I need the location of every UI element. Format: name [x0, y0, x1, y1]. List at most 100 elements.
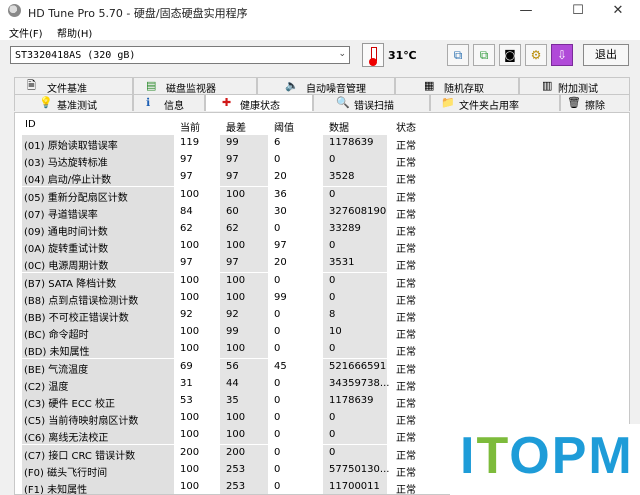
- column-header-id[interactable]: ID: [25, 119, 36, 130]
- worst-value: 100: [226, 412, 246, 424]
- attribute-name: (BD) 未知属性: [22, 341, 174, 359]
- status-value: 正常: [396, 209, 416, 221]
- menu-help[interactable]: 帮助(H): [57, 25, 92, 40]
- menu-file[interactable]: 文件(F): [9, 25, 43, 40]
- column-header-worst[interactable]: 最差: [226, 119, 246, 134]
- maximize-button[interactable]: ☐: [556, 0, 600, 22]
- attribute-name: (0C) 电源周期计数: [22, 255, 174, 273]
- raw-data-value: 3531: [329, 257, 355, 269]
- worst-value: 97: [226, 171, 239, 183]
- threshold-value: 0: [274, 309, 281, 320]
- tab-extra-tests[interactable]: ▥ 附加测试: [519, 77, 630, 95]
- tab-error-scan[interactable]: 🔍 错误扫描: [313, 94, 430, 112]
- threshold-value: 99: [274, 291, 287, 303]
- status-value: 正常: [396, 313, 416, 324]
- worst-value: 100: [226, 274, 246, 286]
- current-value: 92: [180, 309, 193, 320]
- attribute-name: (BC) 命令超时: [22, 324, 174, 342]
- attribute-name: (04) 启动/停止计数: [22, 169, 174, 187]
- current-value: 84: [180, 205, 193, 217]
- raw-data-value: 0: [329, 154, 336, 166]
- column-header-threshold[interactable]: 阈值: [274, 119, 294, 134]
- attribute-name: (03) 马达旋转标准: [22, 152, 174, 170]
- attribute-name: (C5) 当前待映射扇区计数: [22, 410, 174, 428]
- worst-value: 56: [226, 360, 239, 372]
- raw-data-value: 33289: [329, 223, 361, 234]
- minimize-button[interactable]: —: [504, 0, 548, 22]
- table-row[interactable]: (C3) 硬件 ECC 校正 53 35 0 1178639 正常: [21, 393, 437, 410]
- worst-value: 60: [226, 205, 239, 217]
- table-row[interactable]: (C2) 温度 31 44 0 34359738... 正常: [21, 375, 437, 393]
- toolbar: ST3320418AS (320 gB) ⌄ 31℃ ⧉ ⧉ ◙ ⚙ ⇩ 退出: [0, 40, 640, 72]
- threshold-value: 20: [274, 257, 287, 269]
- tab-health[interactable]: ✚ 健康状态: [205, 94, 313, 112]
- table-row[interactable]: (F0) 磁头飞行时间 100 253 0 57750130... 正常: [21, 461, 437, 479]
- status-value: 正常: [396, 244, 416, 256]
- raw-data-value: 0: [329, 446, 336, 458]
- worst-value: 62: [226, 223, 239, 234]
- table-row[interactable]: (BE) 气流温度 69 56 45 521666591 正常: [21, 358, 437, 376]
- tab-benchmark[interactable]: 💡 基准测试: [14, 94, 133, 112]
- table-row[interactable]: (BD) 未知属性 100 100 0 0 正常: [21, 341, 437, 359]
- raw-data-value: 0: [329, 429, 336, 441]
- table-row[interactable]: (0A) 旋转重试计数 100 100 97 0 正常: [21, 238, 437, 256]
- raw-data-value: 0: [329, 240, 336, 252]
- table-row[interactable]: (BC) 命令超时 100 99 0 10 正常: [21, 324, 437, 342]
- status-value: 正常: [396, 433, 416, 445]
- health-cross-icon: ✚: [222, 96, 232, 109]
- worst-value: 44: [226, 377, 239, 389]
- current-value: 53: [180, 395, 193, 406]
- worst-value: 92: [226, 309, 239, 320]
- table-row[interactable]: (04) 启动/停止计数 97 97 20 3528 正常: [21, 169, 437, 187]
- download-icon[interactable]: ⇩: [551, 44, 573, 66]
- close-button[interactable]: ✕: [596, 0, 640, 22]
- attribute-name: (C3) 硬件 ECC 校正: [22, 393, 174, 410]
- exit-button[interactable]: 退出: [583, 44, 629, 66]
- tab-noise-management[interactable]: 🔈 自动噪音管理: [257, 77, 395, 95]
- table-row[interactable]: (F1) 未知属性 100 253 0 11700011 正常: [21, 479, 437, 494]
- drive-select[interactable]: ST3320418AS (320 gB) ⌄: [10, 46, 350, 64]
- watermark-text: ITOPM: [460, 427, 634, 485]
- table-row[interactable]: (07) 寻道错误率 84 60 30 327608190 正常: [21, 203, 437, 221]
- current-value: 100: [180, 274, 200, 286]
- raw-data-value: 8: [329, 309, 336, 320]
- copy-icon[interactable]: ⧉: [447, 44, 469, 66]
- table-row[interactable]: (03) 马达旋转标准 97 97 0 0 正常: [21, 152, 437, 170]
- status-value: 正常: [396, 364, 416, 376]
- worst-value: 99: [226, 326, 239, 338]
- status-value: 正常: [396, 381, 416, 393]
- worst-value: 100: [226, 188, 246, 200]
- table-row[interactable]: (B8) 点到点错误检测计数 100 100 99 0 正常: [21, 289, 437, 307]
- disk-monitor-icon: ▤: [146, 79, 157, 92]
- table-row[interactable]: (C5) 当前待映射扇区计数 100 100 0 0 正常: [21, 410, 437, 428]
- copy-all-icon[interactable]: ⧉: [473, 44, 495, 66]
- camera-icon[interactable]: ◙: [499, 44, 521, 66]
- tab-erase[interactable]: 🗑 擦除: [560, 94, 630, 112]
- table-row[interactable]: (C6) 离线无法校正 100 100 0 0 正常: [21, 427, 437, 445]
- table-row[interactable]: (01) 原始读取错误率 119 99 6 1178639 正常: [21, 135, 437, 152]
- table-row[interactable]: (C7) 接口 CRC 错误计数 200 200 0 0 正常: [21, 444, 437, 462]
- table-row[interactable]: (09) 通电时间计数 62 62 0 33289 正常: [21, 221, 437, 238]
- tab-info[interactable]: ℹ 信息: [133, 94, 205, 112]
- table-row[interactable]: (BB) 不可校正错误计数 92 92 0 8 正常: [21, 307, 437, 324]
- column-header-data[interactable]: 数据: [329, 119, 349, 134]
- tab-random-access[interactable]: ▦ 随机存取: [395, 77, 519, 95]
- raw-data-value: 11700011: [329, 481, 380, 492]
- threshold-value: 0: [274, 154, 281, 166]
- column-header-status[interactable]: 状态: [396, 119, 416, 134]
- wrench-icon[interactable]: ⚙: [525, 44, 547, 66]
- raw-data-value: 34359738...: [329, 377, 390, 389]
- table-row[interactable]: (05) 重新分配扇区计数 100 100 36 0 正常: [21, 186, 437, 204]
- tab-folder-usage[interactable]: 📁 文件夹占用率: [430, 94, 560, 112]
- worst-value: 200: [226, 446, 246, 458]
- tab-disk-monitor[interactable]: ▤ 磁盘监视器: [133, 77, 257, 95]
- table-row[interactable]: (0C) 电源周期计数 97 97 20 3531 正常: [21, 255, 437, 273]
- threshold-value: 0: [274, 223, 281, 234]
- table-row[interactable]: (B7) SATA 降档计数 100 100 0 0 正常: [21, 272, 437, 290]
- watermark: ITOPM: [450, 424, 640, 495]
- column-header-current[interactable]: 当前: [180, 119, 200, 134]
- status-value: 正常: [396, 158, 416, 170]
- tab-file-benchmark[interactable]: 🗎 文件基准: [14, 77, 133, 95]
- worst-value: 253: [226, 463, 246, 475]
- status-value: 正常: [396, 399, 416, 410]
